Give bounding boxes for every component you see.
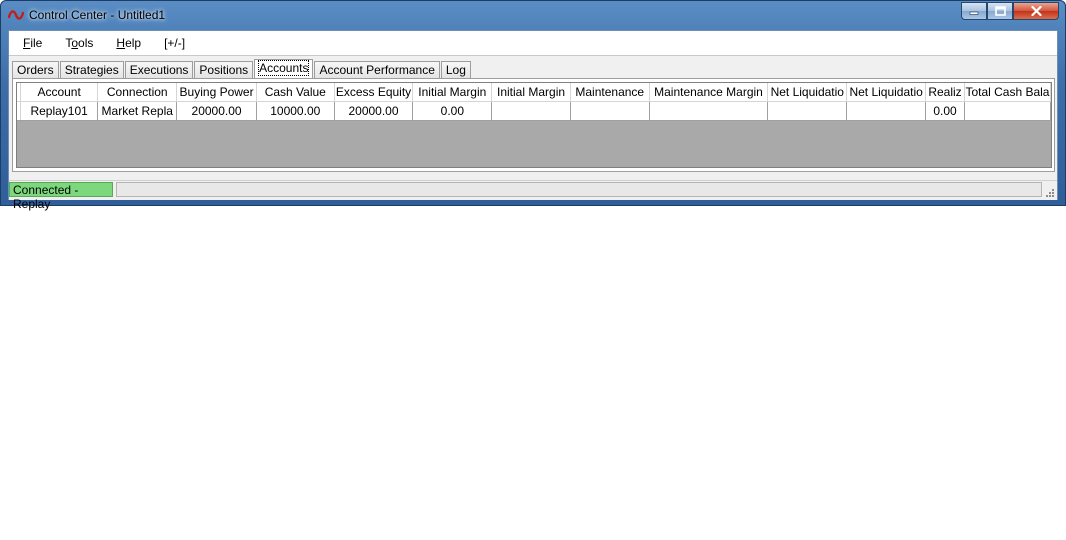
close-button[interactable] <box>1013 2 1059 20</box>
cell-connection[interactable]: Market Repla <box>97 101 178 121</box>
accounts-grid[interactable]: Account Connection Buying Power Cash Val… <box>16 82 1052 168</box>
tab-strip: Orders Strategies Executions Positions A… <box>12 59 472 78</box>
cell-initial-margin[interactable]: 0.00 <box>412 101 493 121</box>
grid-header-row: Account Connection Buying Power Cash Val… <box>17 83 1051 102</box>
column-header[interactable]: Realiz <box>925 83 965 102</box>
column-header[interactable]: Initial Margin <box>491 83 571 102</box>
cell-account[interactable]: Replay101 <box>20 101 99 121</box>
tab-account-performance[interactable]: Account Performance <box>314 61 440 78</box>
column-header[interactable]: Excess Equity <box>334 83 414 102</box>
tab-executions[interactable]: Executions <box>124 61 194 78</box>
cell-buying-power[interactable]: 20000.00 <box>176 101 257 121</box>
table-row[interactable]: Replay101 Market Repla 20000.00 10000.00… <box>17 101 1051 121</box>
tab-log[interactable]: Log <box>440 61 471 78</box>
maximize-button[interactable] <box>987 2 1013 20</box>
title-bar[interactable]: Control Center - Untitled1 <box>1 1 1065 29</box>
ninja-wave-icon <box>8 10 24 20</box>
tab-strategies[interactable]: Strategies <box>59 61 124 78</box>
column-header[interactable]: Maintenance Margin <box>649 83 769 102</box>
accounts-table: Account Connection Buying Power Cash Val… <box>17 83 1051 121</box>
cell-maintenance[interactable] <box>570 101 650 121</box>
cell-maintenance-margin[interactable] <box>649 101 769 121</box>
maximize-icon <box>994 6 1006 16</box>
minimize-icon <box>969 11 979 15</box>
window-title: Control Center - Untitled1 <box>29 8 166 22</box>
column-header[interactable]: Maintenance <box>570 83 650 102</box>
cell-cash-value[interactable]: 10000.00 <box>256 101 335 121</box>
column-header[interactable]: Account <box>20 83 99 102</box>
status-bar: Connected - Replay <box>9 180 1057 211</box>
column-header[interactable]: Buying Power <box>176 83 257 102</box>
resize-grip-icon[interactable] <box>1045 188 1055 198</box>
cell-excess-equity[interactable]: 20000.00 <box>334 101 414 121</box>
menu-help[interactable]: Help <box>102 36 150 50</box>
tab-orders[interactable]: Orders <box>12 61 59 78</box>
column-header[interactable]: Initial Margin <box>412 83 493 102</box>
column-header[interactable]: Total Cash Bala <box>964 83 1051 102</box>
connection-status: Connected - Replay <box>9 182 113 211</box>
column-header[interactable]: Net Liquidatio <box>846 83 927 102</box>
accounts-tab-panel: Account Connection Buying Power Cash Val… <box>12 78 1055 172</box>
tab-accounts[interactable]: Accounts <box>254 59 314 78</box>
cell-net-liquidation-2[interactable] <box>846 101 927 121</box>
progress-bar <box>116 182 1042 197</box>
cell-total-cash-balance[interactable] <box>964 101 1051 121</box>
cell-initial-margin-2[interactable] <box>491 101 571 121</box>
close-icon <box>1030 6 1042 16</box>
column-header[interactable]: Net Liquidatio <box>767 83 848 102</box>
column-header[interactable]: Cash Value <box>256 83 335 102</box>
menu-bar: File Tools Help [+/-] <box>9 31 1057 56</box>
control-center-window: Control Center - Untitled1 File Tools He… <box>0 0 1066 211</box>
menu-toggle-expand[interactable]: [+/-] <box>150 36 194 50</box>
tab-positions[interactable]: Positions <box>194 61 254 78</box>
window-client-area: File Tools Help [+/-] Orders Strategies … <box>8 30 1058 211</box>
column-header[interactable]: Connection <box>97 83 178 102</box>
cell-net-liquidation[interactable] <box>767 101 848 121</box>
menu-file[interactable]: File <box>9 36 51 50</box>
cell-realized[interactable]: 0.00 <box>925 101 965 121</box>
menu-tools[interactable]: Tools <box>51 36 102 50</box>
minimize-button[interactable] <box>961 2 987 20</box>
window-controls <box>961 2 1059 21</box>
